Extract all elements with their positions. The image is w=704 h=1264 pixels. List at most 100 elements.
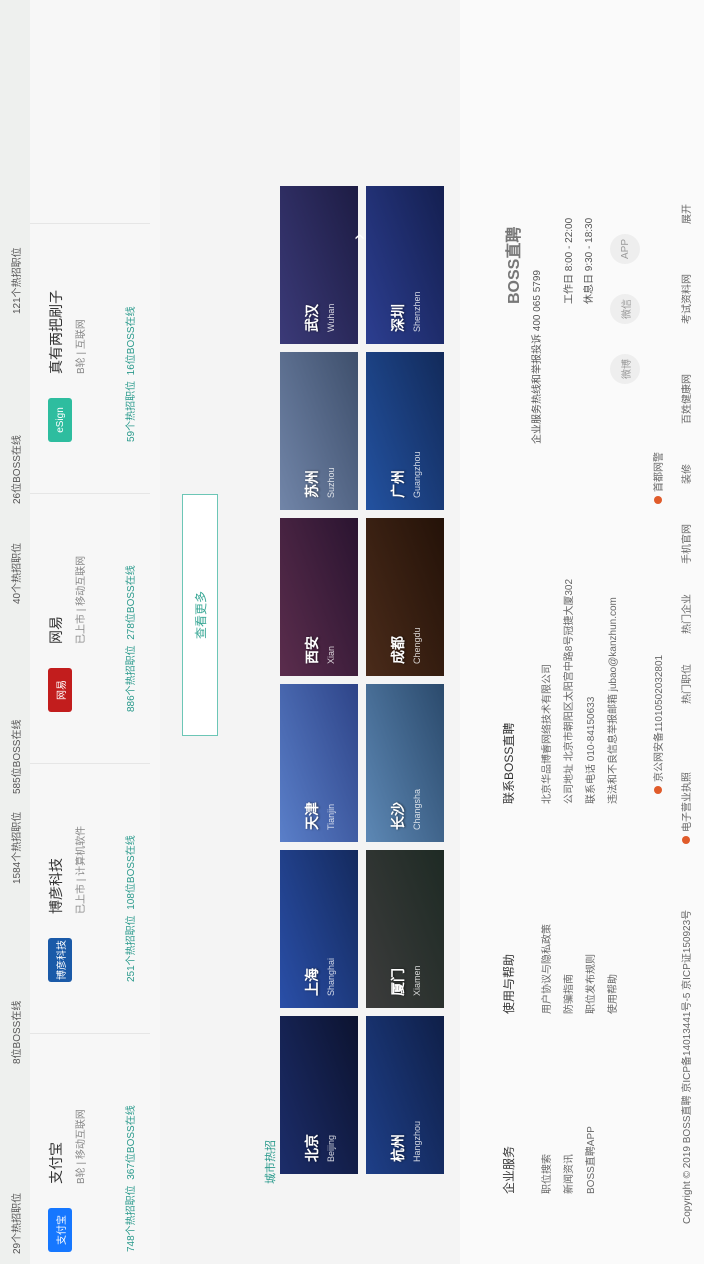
service-hotline: 企业服务热线和举报投诉 400 065 5799 bbox=[532, 270, 543, 444]
company-meta: B轮 | 互联网 bbox=[76, 319, 87, 374]
city-name-en: Shenzhen bbox=[412, 291, 422, 332]
chevron-right-icon[interactable]: › bbox=[348, 233, 371, 240]
city-tile-wuhan[interactable]: 武汉 Wuhan bbox=[280, 186, 358, 344]
footer-link[interactable]: 防骗指南 bbox=[560, 974, 575, 1014]
city-name: 北京 bbox=[304, 1134, 320, 1162]
contact-heading: 联系BOSS直聘 bbox=[502, 722, 516, 804]
city-name-en: Xiamen bbox=[412, 965, 422, 996]
company-name: 支付宝 bbox=[48, 1142, 64, 1184]
stat-text: 26位BOSS在线 bbox=[12, 435, 23, 504]
city-tile-chengdu[interactable]: 成都 Chengdu bbox=[366, 518, 444, 676]
stat-text: 1584个热招职位 bbox=[12, 811, 23, 884]
city-tile-tianjin[interactable]: 天津 Tianjin bbox=[280, 684, 358, 842]
city-name: 天津 bbox=[304, 802, 320, 830]
company-logo: 支付宝 bbox=[48, 1208, 72, 1252]
badge-icon bbox=[654, 786, 662, 794]
weibo-icon[interactable]: 微博 bbox=[610, 354, 640, 384]
footer-link[interactable]: 热门企业 bbox=[678, 594, 693, 634]
company-name: 真有两把刷子 bbox=[48, 290, 64, 374]
footer-link[interactable]: BOSS直聘APP bbox=[582, 1126, 597, 1194]
company-stats-row: 29个热招职位 8位BOSS在线 1584个热招职位 585位BOSS在线 40… bbox=[0, 0, 30, 1264]
city-tile-xian[interactable]: 西安 Xian bbox=[280, 518, 358, 676]
holiday-hours: 休息日 9:30 - 18:30 bbox=[584, 217, 595, 304]
company-stats: 59个热招职位 16位BOSS在线 bbox=[122, 306, 137, 442]
city-name-en: Tianjin bbox=[326, 803, 336, 830]
company-card[interactable]: 网易 网易 已上市 | 移动互联网 886个热招职位 278位BOSS在线 bbox=[30, 493, 150, 724]
footer-link[interactable]: 热门职位 bbox=[678, 664, 693, 704]
city-name-en: Chengdu bbox=[412, 627, 422, 664]
footer-link[interactable]: 百姓健康网 bbox=[678, 374, 693, 424]
city-name: 厦门 bbox=[390, 968, 406, 996]
footer-link[interactable]: 使用帮助 bbox=[604, 974, 619, 1014]
contact-line: 联系电话 010-84150633 bbox=[586, 696, 597, 804]
city-name: 深圳 bbox=[390, 304, 406, 332]
city-tile-shenzhen[interactable]: 深圳 Shenzhen bbox=[366, 186, 444, 344]
city-tile-xiamen[interactable]: 厦门 Xiamen bbox=[366, 850, 444, 1008]
boss-count: 16位BOSS在线 bbox=[126, 306, 137, 376]
app-icon[interactable]: APP bbox=[610, 234, 640, 264]
city-name-en: Beijing bbox=[326, 1134, 336, 1162]
contact-line: 北京华品博睿网络技术有限公司 bbox=[542, 664, 553, 804]
footer-link[interactable]: 装修 bbox=[678, 464, 693, 484]
job-count: 251个热招职位 bbox=[126, 915, 137, 982]
city-tile-changsha[interactable]: 长沙 Changsha bbox=[366, 684, 444, 842]
city-section-title: 城市热招 bbox=[265, 1140, 277, 1184]
company-card[interactable]: 博彦科技 博彦科技 已上市 | 计算机软件 251个热招职位 108位BOSS在… bbox=[30, 763, 150, 994]
badge-icon bbox=[682, 836, 690, 844]
company-card[interactable]: eSign 真有两把刷子 B轮 | 互联网 59个热招职位 16位BOSS在线 bbox=[30, 223, 150, 454]
city-tile-guangzhou[interactable]: 广州 Guangzhou bbox=[366, 352, 444, 510]
police-record: 京公网安备11010502032801 bbox=[650, 655, 665, 794]
city-name: 西安 bbox=[304, 636, 320, 664]
boss-zhipin-page: 29个热招职位 8位BOSS在线 1584个热招职位 585位BOSS在线 40… bbox=[0, 0, 704, 1264]
boss-count: 367位BOSS在线 bbox=[126, 1105, 137, 1180]
stat-text: 29个热招职位 bbox=[12, 1192, 23, 1254]
wechat-icon[interactable]: 微信 bbox=[610, 294, 640, 324]
city-name-en: Changsha bbox=[412, 788, 422, 830]
city-tile-beijing[interactable]: 北京 Beijing bbox=[280, 1016, 358, 1174]
city-tile-shanghai[interactable]: 上海 Shanghai bbox=[280, 850, 358, 1008]
company-logo: 博彦科技 bbox=[48, 938, 72, 982]
footer-link[interactable]: 手机官网 bbox=[678, 524, 693, 564]
city-name: 成都 bbox=[390, 636, 406, 664]
business-license[interactable]: 电子营业执照 bbox=[678, 772, 693, 844]
badge-icon bbox=[654, 496, 662, 504]
city-name: 杭州 bbox=[390, 1134, 406, 1162]
job-count: 59个热招职位 bbox=[126, 380, 137, 442]
stat-text: 121个热招职位 bbox=[12, 247, 23, 314]
company-meta: 已上市 | 移动互联网 bbox=[76, 555, 87, 644]
city-name-en: Hangzhou bbox=[412, 1120, 422, 1162]
company-cards: 支付宝 支付宝 B轮 | 移动互联网 748个热招职位 367位BOSS在线 博… bbox=[30, 0, 160, 1264]
company-card[interactable]: 支付宝 支付宝 B轮 | 移动互联网 748个热招职位 367位BOSS在线 bbox=[30, 1033, 150, 1264]
expand-button[interactable]: 展开 bbox=[678, 204, 693, 224]
city-name-en: Guangzhou bbox=[412, 451, 422, 498]
report-link[interactable]: 首都网警 bbox=[650, 452, 665, 504]
report-text: 首都网警 bbox=[654, 452, 665, 492]
job-count: 748个热招职位 bbox=[126, 1185, 137, 1252]
city-name: 长沙 bbox=[390, 802, 406, 830]
company-meta: B轮 | 移动互联网 bbox=[76, 1109, 87, 1184]
city-tile-suzhou[interactable]: 苏州 Suzhou bbox=[280, 352, 358, 510]
workday-hours: 工作日 8:00 - 22:00 bbox=[564, 217, 575, 304]
company-stats: 886个热招职位 278位BOSS在线 bbox=[122, 565, 137, 712]
stat-text: 585位BOSS在线 bbox=[12, 719, 23, 794]
view-more-button[interactable]: 查看更多 bbox=[182, 494, 218, 736]
city-tile-hangzhou[interactable]: 杭州 Hangzhou bbox=[366, 1016, 444, 1174]
contact-line[interactable]: 违法和不良信息举报邮箱 jubao@kanzhun.com bbox=[604, 597, 619, 804]
company-meta: 已上市 | 计算机软件 bbox=[76, 825, 87, 914]
city-name: 武汉 bbox=[304, 304, 320, 332]
city-name-en: Suzhou bbox=[326, 467, 336, 498]
footer-link[interactable]: 职位发布规则 bbox=[582, 954, 597, 1014]
company-name: 网易 bbox=[48, 616, 64, 644]
company-name: 博彦科技 bbox=[48, 858, 64, 914]
footer-link[interactable]: 职位搜索 bbox=[538, 1154, 553, 1194]
license-text: 电子营业执照 bbox=[682, 772, 693, 832]
footer-link[interactable]: 用户协议与隐私政策 bbox=[538, 924, 553, 1014]
footer: 企业服务 职位搜索 新闻资讯 BOSS直聘APP 使用与帮助 用户协议与隐私政策… bbox=[460, 0, 704, 1264]
job-count: 886个热招职位 bbox=[126, 645, 137, 712]
city-name: 上海 bbox=[304, 968, 320, 996]
boss-count: 108位BOSS在线 bbox=[126, 835, 137, 910]
footer-link[interactable]: 考试资料网 bbox=[678, 274, 693, 324]
copyright: Copyright © 2019 BOSS直聘 京ICP备14013441号-5… bbox=[682, 909, 693, 1224]
footer-link[interactable]: 新闻资讯 bbox=[560, 1154, 575, 1194]
stat-text: 40个热招职位 bbox=[12, 542, 23, 604]
